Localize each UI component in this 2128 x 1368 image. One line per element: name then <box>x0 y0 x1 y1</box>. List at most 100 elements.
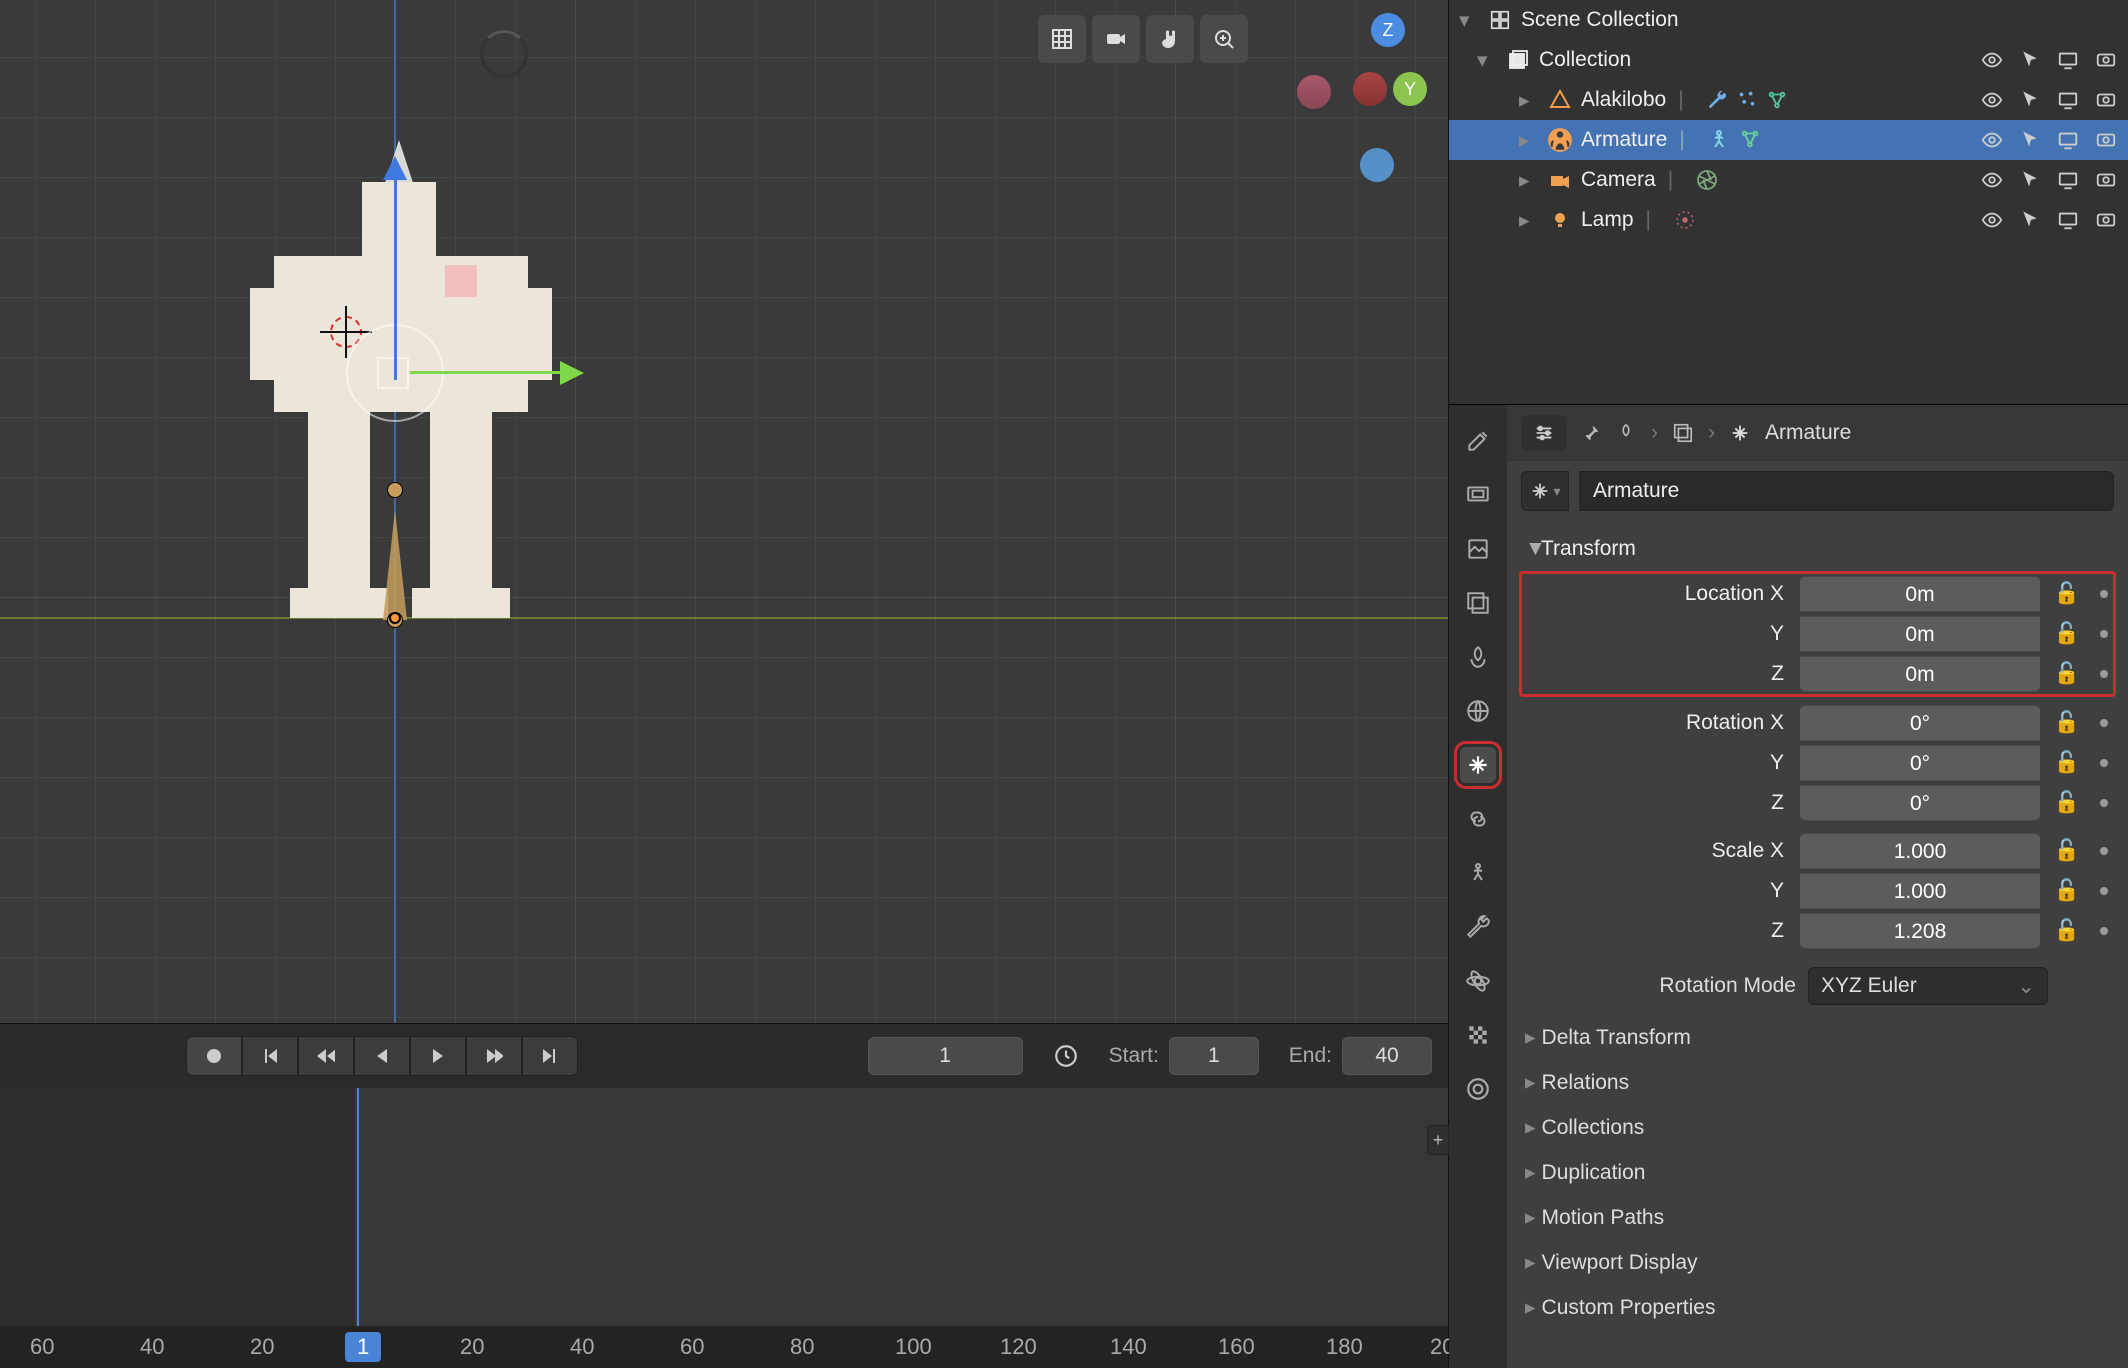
scale-z-field[interactable]: 1.208 <box>1800 913 2040 949</box>
render-icon[interactable] <box>2094 129 2118 151</box>
tab-particles[interactable] <box>1460 1071 1496 1107</box>
lock-icon[interactable]: 🔓 <box>2044 879 2090 903</box>
eye-icon[interactable] <box>1980 49 2004 71</box>
aperture-icon[interactable] <box>1695 168 1719 192</box>
tab-tool[interactable] <box>1460 423 1496 459</box>
lock-icon[interactable]: 🔓 <box>2044 751 2090 775</box>
screen-icon[interactable] <box>2056 89 2080 111</box>
light-widget[interactable] <box>480 30 528 78</box>
screen-icon[interactable] <box>2056 129 2080 151</box>
location-x-field[interactable]: 0m <box>1800 576 2040 612</box>
timeline-ruler[interactable]: 60 40 20 1 20 40 60 80 100 120 140 160 1… <box>0 1326 1448 1368</box>
armature-link-icon[interactable] <box>1739 128 1761 152</box>
anim-dot[interactable] <box>2100 927 2108 935</box>
gizmo-x-neg[interactable] <box>1297 75 1331 109</box>
anim-dot[interactable] <box>2100 590 2108 598</box>
wrench-icon[interactable] <box>1706 89 1728 111</box>
relations-header[interactable]: ▸Relations <box>1507 1060 2128 1105</box>
pin-icon[interactable] <box>1581 423 1601 443</box>
anim-dot[interactable] <box>2100 799 2108 807</box>
play-reverse-button[interactable] <box>354 1036 410 1076</box>
gizmo-z[interactable]: Z <box>1371 13 1405 47</box>
tab-object[interactable] <box>1460 747 1496 783</box>
lock-icon[interactable]: 🔓 <box>2044 791 2090 815</box>
outliner-scene-collection[interactable]: ▾ Scene Collection <box>1449 0 2128 40</box>
expand-icon[interactable]: ▸ <box>1519 128 1539 153</box>
tab-bone[interactable] <box>1460 909 1496 945</box>
jump-start-button[interactable] <box>242 1036 298 1076</box>
anim-dot[interactable] <box>2100 887 2108 895</box>
anim-dot[interactable] <box>2100 630 2108 638</box>
scale-x-field[interactable]: 1.000 <box>1800 833 2040 869</box>
datablock-picker[interactable]: ▾ <box>1521 471 1569 511</box>
gizmo-x[interactable] <box>1353 72 1387 106</box>
outliner-item-mesh[interactable]: ▸ Alakilobo | <box>1449 80 2128 120</box>
eye-icon[interactable] <box>1980 129 2004 151</box>
breadcrumb-object[interactable]: Armature <box>1765 421 1851 445</box>
anim-dot[interactable] <box>2100 847 2108 855</box>
tab-scene[interactable] <box>1460 639 1496 675</box>
tab-output[interactable] <box>1460 531 1496 567</box>
tab-armature-data[interactable] <box>1460 855 1496 891</box>
add-region-button[interactable]: + <box>1427 1125 1449 1155</box>
viewport-3d[interactable]: Z Y <box>0 0 1448 1023</box>
rotation-y-field[interactable]: 0° <box>1800 745 2040 781</box>
eye-icon[interactable] <box>1980 89 2004 111</box>
point-light-icon[interactable] <box>1673 208 1697 232</box>
anim-dot[interactable] <box>2100 719 2108 727</box>
expand-icon[interactable]: ▾ <box>1477 48 1497 73</box>
screen-icon[interactable] <box>2056 49 2080 71</box>
object-name-field[interactable] <box>1579 471 2114 511</box>
outliner-item-camera[interactable]: ▸ Camera | <box>1449 160 2128 200</box>
anim-dot[interactable] <box>2100 759 2108 767</box>
origin[interactable] <box>389 612 401 624</box>
gizmo-z-neg[interactable] <box>1360 148 1394 182</box>
pose-icon[interactable] <box>1707 128 1731 152</box>
rotation-z-field[interactable]: 0° <box>1800 785 2040 821</box>
location-y-field[interactable]: 0m <box>1800 616 2040 652</box>
eye-icon[interactable] <box>1980 169 2004 191</box>
nav-gizmo[interactable]: Z Y <box>1223 10 1423 250</box>
render-icon[interactable] <box>2094 169 2118 191</box>
delta-transform-header[interactable]: ▸Delta Transform <box>1507 1015 2128 1060</box>
manipulator-axis-y[interactable] <box>410 369 570 377</box>
particles-icon[interactable] <box>1736 89 1758 111</box>
end-frame-field[interactable]: 40 <box>1342 1037 1432 1075</box>
tab-constraints[interactable] <box>1460 801 1496 837</box>
keyframe-next-button[interactable] <box>466 1036 522 1076</box>
layers-crumb-icon[interactable] <box>1672 422 1694 444</box>
expand-icon[interactable]: ▸ <box>1519 208 1539 233</box>
render-icon[interactable] <box>2094 209 2118 231</box>
start-frame-field[interactable]: 1 <box>1169 1037 1259 1075</box>
lock-icon[interactable]: 🔓 <box>2044 711 2090 735</box>
gizmo-y[interactable]: Y <box>1393 72 1427 106</box>
rotation-x-field[interactable]: 0° <box>1800 705 2040 741</box>
collections-header[interactable]: ▸Collections <box>1507 1105 2128 1150</box>
cursor-icon[interactable] <box>2018 49 2042 71</box>
motion-paths-header[interactable]: ▸Motion Paths <box>1507 1195 2128 1240</box>
manipulator-axis-z[interactable] <box>391 170 399 380</box>
armature-mod-icon[interactable] <box>1766 89 1788 111</box>
auto-key-icon[interactable] <box>1053 1043 1079 1069</box>
play-button[interactable] <box>410 1036 466 1076</box>
screen-icon[interactable] <box>2056 209 2080 231</box>
record-button[interactable] <box>186 1036 242 1076</box>
ruler-current[interactable]: 1 <box>345 1332 381 1362</box>
grid-icon[interactable] <box>1038 15 1086 63</box>
keyframe-prev-button[interactable] <box>298 1036 354 1076</box>
location-z-field[interactable]: 0m <box>1800 656 2040 692</box>
lock-icon[interactable]: 🔓 <box>2044 919 2090 943</box>
scene-crumb-icon[interactable] <box>1615 422 1637 444</box>
expand-icon[interactable]: ▸ <box>1519 88 1539 113</box>
cursor-icon[interactable] <box>2018 129 2042 151</box>
jump-end-button[interactable] <box>522 1036 578 1076</box>
eye-icon[interactable] <box>1980 209 2004 231</box>
screen-icon[interactable] <box>2056 169 2080 191</box>
tab-viewlayer[interactable] <box>1460 585 1496 621</box>
options-icon[interactable] <box>1521 415 1567 451</box>
outliner-collection[interactable]: ▾ Collection <box>1449 40 2128 80</box>
lock-icon[interactable]: 🔓 <box>2044 662 2090 686</box>
viewport-display-header[interactable]: ▸Viewport Display <box>1507 1240 2128 1285</box>
transform-panel-header[interactable]: ▼Transform <box>1521 529 2114 569</box>
scale-y-field[interactable]: 1.000 <box>1800 873 2040 909</box>
